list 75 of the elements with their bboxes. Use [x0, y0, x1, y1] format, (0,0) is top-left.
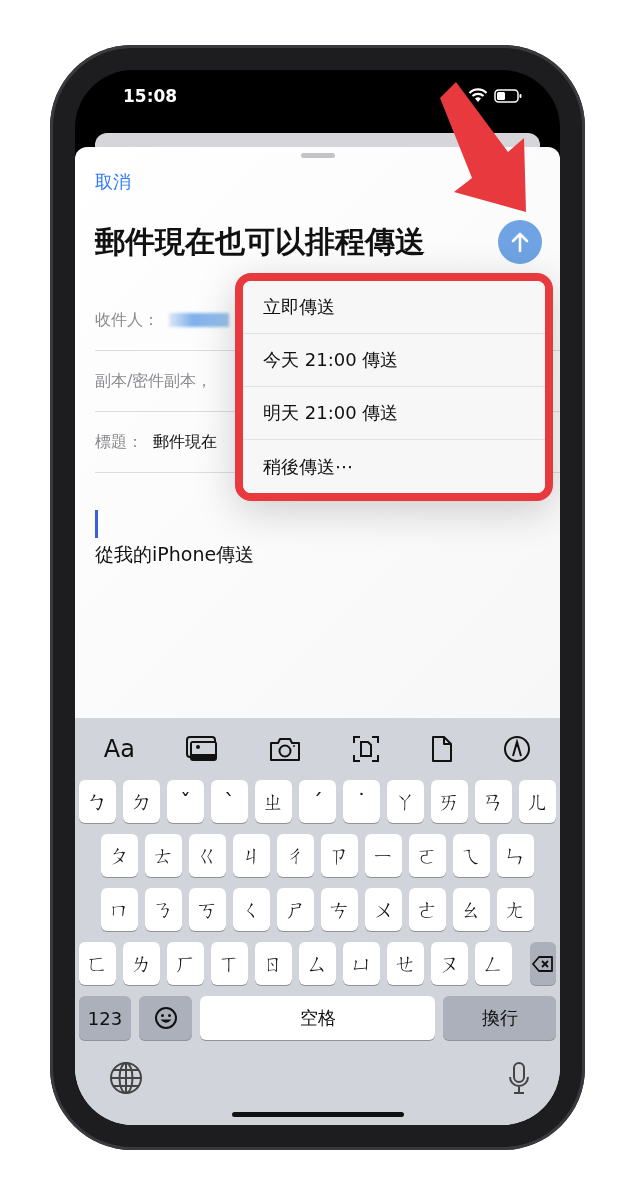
keyboard-key[interactable]: ㄕ	[277, 888, 314, 931]
menu-item[interactable]: 明天 21:00 傳送	[243, 387, 545, 440]
keyboard-key[interactable]: ㄦ	[519, 780, 556, 823]
cancel-button[interactable]: 取消	[95, 170, 131, 194]
camera-icon[interactable]	[268, 736, 303, 762]
space-key[interactable]: 空格	[200, 996, 435, 1040]
blurred-recipient	[169, 313, 229, 327]
subject-value: 郵件現在	[153, 431, 217, 453]
keyboard-key[interactable]: ㄒ	[211, 942, 248, 985]
keyboard-key[interactable]: ㄎ	[189, 888, 226, 931]
keyboard-key[interactable]: ㄇ	[101, 888, 138, 931]
keyboard-key[interactable]: 123	[79, 996, 131, 1040]
field-label: 副本/密件副本，	[95, 370, 213, 392]
keyboard-key[interactable]: ㄣ	[497, 834, 534, 877]
battery-icon	[494, 88, 522, 103]
menu-item[interactable]: 今天 21:00 傳送	[243, 334, 545, 387]
wifi-icon	[468, 88, 488, 103]
keyboard-key[interactable]: ㄌ	[123, 942, 160, 985]
up-arrow-icon	[510, 231, 530, 253]
mail-title: 郵件現在也可以排程傳送	[95, 222, 425, 261]
format-button[interactable]: Aa	[103, 735, 135, 763]
keyboard-key[interactable]: ㄊ	[145, 834, 182, 877]
keyboard-key[interactable]: ㄝ	[387, 942, 424, 985]
keyboard-key[interactable]: ㄧ	[365, 834, 402, 877]
keyboard-key[interactable]: ㄠ	[453, 888, 490, 931]
keyboard-key[interactable]: ㄩ	[343, 942, 380, 985]
keyboard-key[interactable]: ㄨ	[365, 888, 402, 931]
emoji-key[interactable]	[139, 996, 192, 1040]
keyboard-key[interactable]: ㄥ	[475, 942, 512, 985]
keyboard-key[interactable]: ㄜ	[409, 888, 446, 931]
globe-icon[interactable]	[109, 1061, 143, 1095]
menu-item[interactable]: 稍後傳送⋯	[243, 440, 545, 493]
keyboard-key[interactable]: ㄈ	[79, 942, 116, 985]
microphone-icon[interactable]	[508, 1061, 530, 1095]
keyboard-key[interactable]: ㄆ	[101, 834, 138, 877]
keyboard-key[interactable]: ˊ	[299, 780, 336, 823]
keyboard-key[interactable]: ㄖ	[255, 942, 292, 985]
keyboard-key[interactable]: ˋ	[211, 780, 248, 823]
smiley-icon	[153, 1006, 178, 1030]
keyboard-key[interactable]: ㄓ	[255, 780, 292, 823]
status-time: 15:08	[123, 85, 178, 106]
text-cursor	[95, 510, 98, 538]
keyboard-key[interactable]: ㄍ	[189, 834, 226, 877]
markup-pen-icon[interactable]	[503, 735, 532, 763]
keyboard-key[interactable]: ㄞ	[431, 780, 468, 823]
menu-item[interactable]: 立即傳送	[243, 281, 545, 334]
field-label: 收件人：	[95, 309, 159, 331]
keyboard-key[interactable]: ㄋ	[145, 888, 182, 931]
keyboard-key[interactable]: ㄤ	[497, 888, 534, 931]
keyboard-key[interactable]: ㄏ	[167, 942, 204, 985]
field-label: 標題：	[95, 431, 143, 453]
document-icon[interactable]	[429, 735, 454, 763]
keyboard-key[interactable]: ㄉ	[123, 780, 160, 823]
keyboard-key[interactable]: 換行	[443, 996, 556, 1040]
keyboard-key[interactable]: ㄘ	[321, 888, 358, 931]
keyboard-key[interactable]: ㄅ	[79, 780, 116, 823]
signature-text: 從我的iPhone傳送	[95, 542, 256, 567]
keyboard-key[interactable]: ˇ	[167, 780, 204, 823]
keyboard-key[interactable]: ㄔ	[277, 834, 314, 877]
photo-icon[interactable]	[184, 735, 219, 763]
keyboard-key[interactable]: ˙	[343, 780, 380, 823]
scan-document-icon[interactable]	[351, 735, 380, 763]
keyboard-key[interactable]: ㄙ	[299, 942, 336, 985]
keyboard-key[interactable]: ㄚ	[387, 780, 424, 823]
keyboard-key[interactable]: ㄡ	[431, 942, 468, 985]
keyboard-key[interactable]: ㄐ	[233, 834, 270, 877]
sheet-handle[interactable]	[300, 153, 335, 158]
keyboard-key[interactable]: ㄟ	[453, 834, 490, 877]
keyboard-key[interactable]: ㄛ	[409, 834, 446, 877]
keyboard-key[interactable]: ㄢ	[475, 780, 512, 823]
send-button[interactable]	[498, 220, 542, 264]
keyboard-key[interactable]: ㄗ	[321, 834, 358, 877]
keyboard-key[interactable]: ㄑ	[233, 888, 270, 931]
delete-key[interactable]	[530, 942, 556, 985]
backspace-icon	[532, 955, 554, 972]
